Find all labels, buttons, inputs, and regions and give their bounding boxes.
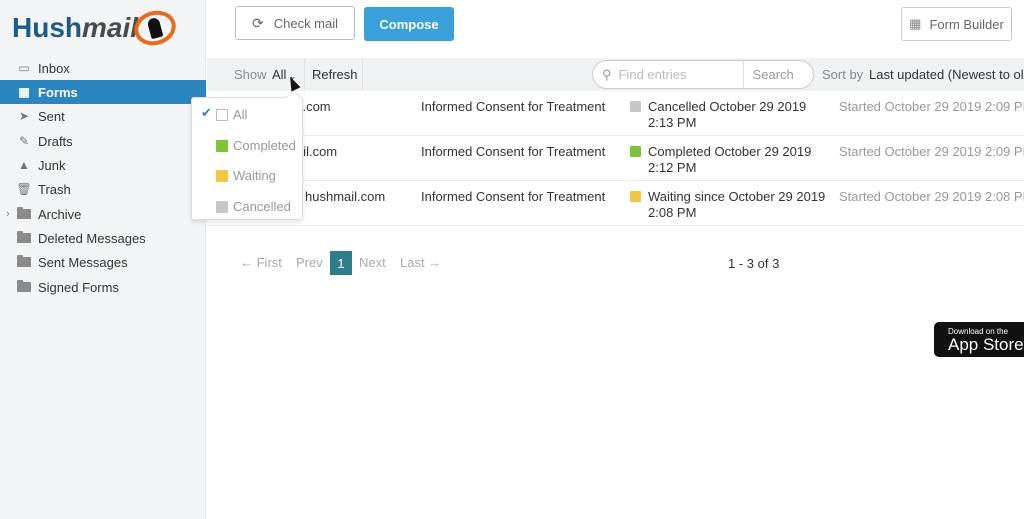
filter-option-cancelled[interactable]: Cancelled [216, 199, 291, 214]
header: ⟳ Check mail Compose ▦ Form Builder [207, 0, 1024, 58]
sidebar-item-inbox[interactable]: ▭ Inbox [0, 56, 206, 80]
toolbar: Show All ⌄ Refresh ⚲ Find entries Search… [207, 58, 1024, 91]
show-label: Show [234, 67, 267, 82]
forms-icon: ▦ [18, 85, 30, 99]
filter-dropdown-menu: ✔ All Completed Waiting Cancelled [191, 97, 303, 220]
sidebar-item-trash[interactable]: 🗑 Trash [0, 177, 206, 201]
folder-icon [17, 207, 31, 219]
inbox-icon: ▭ [18, 61, 30, 75]
chevron-right-icon[interactable]: › [6, 208, 10, 220]
search-input[interactable]: Find entries [619, 67, 743, 82]
hushmail-logo[interactable]: Hush mail [12, 6, 180, 50]
prev-page-link[interactable]: Prev [296, 255, 323, 270]
last-page-link[interactable]: Last → [400, 255, 441, 270]
refresh-icon: ⟳ [251, 14, 264, 31]
sidebar-item-deleted-messages[interactable]: Deleted Messages [0, 226, 206, 250]
checkmark-icon: ✔ [201, 105, 212, 120]
sort-label: Sort by [822, 67, 864, 82]
warning-icon: ▲ [18, 158, 30, 172]
sidebar-item-archive[interactable]: › Archive [0, 202, 206, 226]
sort-dropdown[interactable]: Last updated (Newest to old [869, 67, 1024, 82]
search-box: ⚲ Find entries Search [592, 60, 814, 89]
sidebar-item-signed-forms[interactable]: Signed Forms [0, 275, 206, 299]
folder-icon [17, 231, 31, 243]
compose-button[interactable]: Compose [364, 7, 454, 41]
table-row[interactable]: g@hushmail.com Informed Consent for Trea… [207, 91, 1024, 136]
form-icon: ▦ [909, 16, 922, 31]
app-store-badge[interactable]: Download on the App Store [934, 322, 1024, 357]
sidebar-item-sent-messages[interactable]: Sent Messages [0, 250, 206, 274]
sidebar-item-drafts[interactable]: ✎ Drafts [0, 129, 206, 153]
sidebar: Hush mail ▭ Inbox ▦ Forms ➤ Sent ✎ Drafts ▲ Ju… [0, 0, 206, 519]
sidebar-item-junk[interactable]: ▲ Junk [0, 153, 206, 177]
table-row[interactable]: hushmail.com Informed Consent for Treatm… [207, 181, 1024, 226]
form-builder-button[interactable]: ▦ Form Builder [901, 7, 1012, 41]
filter-option-completed[interactable]: Completed [216, 138, 296, 153]
sidebar-item-forms[interactable]: ▦ Forms [0, 80, 206, 104]
result-count: 1 - 3 of 3 [728, 256, 780, 271]
status-indicator [630, 146, 641, 157]
first-page-link[interactable]: ← First [240, 255, 282, 270]
trash-icon: 🗑 [16, 182, 32, 196]
status-indicator [630, 191, 641, 202]
filter-option-all[interactable]: All [216, 107, 247, 122]
pencil-icon: ✎ [18, 134, 30, 148]
page-1-button[interactable]: 1 [330, 251, 352, 275]
paper-plane-icon: ➤ [18, 109, 30, 123]
folder-icon [17, 255, 31, 267]
refresh-button[interactable]: Refresh [312, 67, 358, 82]
sidebar-item-sent[interactable]: ➤ Sent [0, 104, 206, 128]
search-button[interactable]: Search [742, 61, 813, 88]
filter-option-waiting[interactable]: Waiting [216, 168, 276, 183]
status-indicator [630, 101, 641, 112]
table-row[interactable]: es@hushmail.com Informed Consent for Tre… [207, 136, 1024, 181]
folder-icon [17, 280, 31, 292]
next-page-link[interactable]: Next [359, 255, 386, 270]
search-icon: ⚲ [602, 66, 612, 82]
check-mail-button[interactable]: ⟳ Check mail [235, 6, 355, 40]
